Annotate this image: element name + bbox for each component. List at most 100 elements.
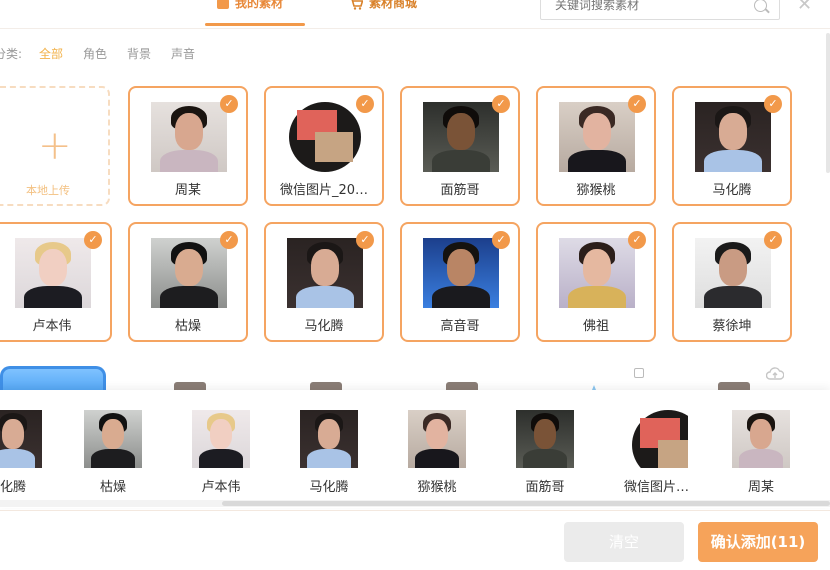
material-name: 马化腾 (304, 319, 344, 334)
selected-thumbnail (630, 410, 688, 468)
category-sound[interactable]: 声音 (171, 45, 195, 62)
clear-button[interactable]: 清空 (564, 522, 684, 562)
material-name: 马化腾 (712, 183, 752, 198)
selected-thumbnail (516, 410, 574, 468)
material-card[interactable]: ✓ 蔡徐坤 (672, 222, 792, 342)
material-name: 蔡徐坤 (712, 319, 752, 334)
confirm-add-button[interactable]: 确认添加(11) (698, 522, 818, 562)
material-card[interactable]: ✓ 周某 (128, 86, 248, 206)
material-name: 高音哥 (440, 319, 480, 334)
partial-thumbnail (0, 366, 106, 390)
close-icon[interactable]: ✕ (797, 0, 812, 15)
selected-thumbnail (300, 410, 358, 468)
tab-my-materials[interactable]: 我的素材 (205, 0, 305, 26)
cloud-upload-icon[interactable] (765, 366, 785, 380)
material-card[interactable]: ✓ 面筋哥 (400, 86, 520, 206)
selected-name: 化腾 (0, 480, 26, 495)
material-card[interactable]: ✓ 枯燥 (128, 222, 248, 342)
check-icon[interactable]: ✓ (492, 95, 510, 113)
material-thumbnail (559, 238, 635, 308)
material-thumbnail (423, 238, 499, 308)
check-icon[interactable]: ✓ (628, 95, 646, 113)
material-thumbnail (423, 102, 499, 172)
material-card[interactable]: ✓ 猕猴桃 (536, 86, 656, 206)
selected-thumbnail (192, 410, 250, 468)
material-thumbnail (151, 238, 227, 308)
partial-thumbnail (590, 380, 598, 395)
material-name: 周某 (174, 183, 201, 198)
folder-icon (217, 0, 229, 9)
material-name: 微信图片_20… (279, 183, 369, 198)
scrollbar-thumb[interactable] (222, 501, 830, 506)
search-input[interactable] (541, 0, 741, 19)
tab-material-store-label: 素材商城 (369, 0, 418, 10)
selected-name: 卢本伟 (201, 480, 241, 495)
material-thumbnail (559, 102, 635, 172)
check-icon[interactable]: ✓ (764, 231, 782, 249)
material-thumbnail (287, 102, 363, 172)
material-thumbnail (695, 238, 771, 308)
selected-item[interactable]: 周某 (726, 410, 796, 495)
check-icon[interactable]: ✓ (356, 231, 374, 249)
selected-item[interactable]: 卢本伟 (186, 410, 256, 495)
material-thumbnail (151, 102, 227, 172)
selected-thumbnail (408, 410, 466, 468)
selected-tray: 化腾 枯燥 卢本伟 马化腾 猕猴桃 面筋哥 微信图片_… 周某 (0, 390, 830, 508)
tab-material-store[interactable]: 素材商城 (349, 0, 417, 20)
selected-name: 面筋哥 (525, 480, 565, 495)
check-icon[interactable]: ✓ (492, 231, 510, 249)
material-card[interactable]: ✓ 马化腾 (672, 86, 792, 206)
material-name: 面筋哥 (440, 183, 480, 198)
selected-name: 猕猴桃 (417, 480, 457, 495)
category-role[interactable]: 角色 (83, 45, 107, 62)
vertical-scrollbar[interactable] (826, 33, 830, 173)
selected-item[interactable]: 面筋哥 (510, 410, 580, 495)
selected-item[interactable]: 微信图片_… (624, 410, 694, 495)
material-card[interactable]: ✓ 卢本伟 (0, 222, 112, 342)
local-upload-label: 本地上传 (26, 184, 70, 197)
material-name: 佛祖 (582, 319, 609, 334)
category-prefix: 分类: (0, 47, 23, 61)
material-card[interactable]: ✓ 佛祖 (536, 222, 656, 342)
plus-icon: + (38, 123, 72, 169)
local-upload-button[interactable]: + 本地上传 (0, 86, 110, 206)
material-name: 卢本伟 (32, 319, 72, 334)
search-icon[interactable] (754, 0, 767, 12)
selected-item[interactable]: 马化腾 (294, 410, 364, 495)
material-name: 猕猴桃 (576, 183, 616, 198)
category-all[interactable]: 全部 (39, 45, 63, 62)
selected-name: 微信图片_… (624, 480, 694, 495)
footer-divider (0, 510, 830, 511)
active-tab-indicator (205, 23, 305, 26)
selected-item[interactable]: 枯燥 (78, 410, 148, 495)
check-icon[interactable]: ✓ (764, 95, 782, 113)
material-thumbnail (695, 102, 771, 172)
tab-my-materials-label: 我的素材 (235, 0, 284, 10)
selected-name: 周某 (747, 480, 774, 495)
copy-icon[interactable] (634, 368, 644, 378)
search-box (540, 0, 780, 20)
check-icon[interactable]: ✓ (356, 95, 374, 113)
material-card[interactable]: ✓ 高音哥 (400, 222, 520, 342)
check-icon[interactable]: ✓ (628, 231, 646, 249)
material-name: 枯燥 (174, 319, 201, 334)
category-background[interactable]: 背景 (127, 45, 151, 62)
check-icon[interactable]: ✓ (220, 95, 238, 113)
material-thumbnail (287, 238, 363, 308)
horizontal-scrollbar[interactable] (0, 500, 830, 507)
cart-icon (349, 0, 364, 10)
material-thumbnail (15, 238, 91, 308)
check-icon[interactable]: ✓ (84, 231, 102, 249)
selected-item[interactable]: 化腾 (0, 410, 48, 495)
material-card[interactable]: ✓ 马化腾 (264, 222, 384, 342)
material-card[interactable]: ✓ 微信图片_20… (264, 86, 384, 206)
selected-name: 枯燥 (99, 480, 126, 495)
selected-item[interactable]: 猕猴桃 (402, 410, 472, 495)
header-divider (0, 28, 830, 29)
check-icon[interactable]: ✓ (220, 231, 238, 249)
selected-thumbnail (732, 410, 790, 468)
selected-thumbnail (0, 410, 42, 468)
top-tab-bar: 我的素材 素材商城 ✕ (0, 0, 830, 28)
selected-name: 马化腾 (309, 480, 349, 495)
selected-thumbnail (84, 410, 142, 468)
